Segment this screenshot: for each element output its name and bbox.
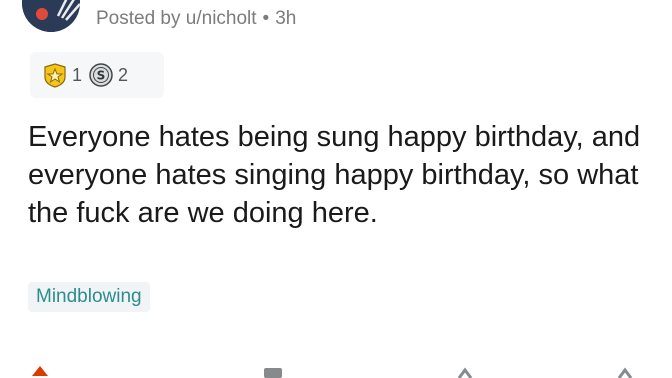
award-button-icon[interactable] bbox=[615, 364, 635, 378]
post-action-bar bbox=[0, 364, 672, 378]
share-icon[interactable] bbox=[455, 364, 475, 378]
award-silver-count: 2 bbox=[118, 64, 129, 85]
awards-bar[interactable]: 1 S 2 bbox=[30, 52, 164, 98]
post-meta: Posted by u/nicholt • 3h bbox=[96, 8, 296, 30]
silver-award-icon: S bbox=[89, 63, 113, 87]
svg-text:S: S bbox=[97, 69, 106, 83]
award-star-count: 1 bbox=[72, 64, 83, 85]
comment-icon[interactable] bbox=[262, 364, 284, 378]
avatar-image-icon bbox=[22, 0, 80, 32]
posted-by-text[interactable]: Posted by u/nicholt bbox=[96, 8, 257, 29]
subreddit-avatar[interactable] bbox=[22, 0, 80, 32]
upvote-icon[interactable] bbox=[30, 364, 50, 378]
post-flair[interactable]: Mindblowing bbox=[28, 282, 150, 312]
post-title[interactable]: Everyone hates being sung happy birthday… bbox=[28, 118, 648, 232]
award-star[interactable]: 1 bbox=[42, 62, 82, 88]
meta-separator: • bbox=[262, 8, 270, 29]
award-silver[interactable]: S 2 bbox=[88, 62, 128, 88]
star-award-icon bbox=[44, 63, 66, 88]
post-time: 3h bbox=[275, 8, 297, 29]
